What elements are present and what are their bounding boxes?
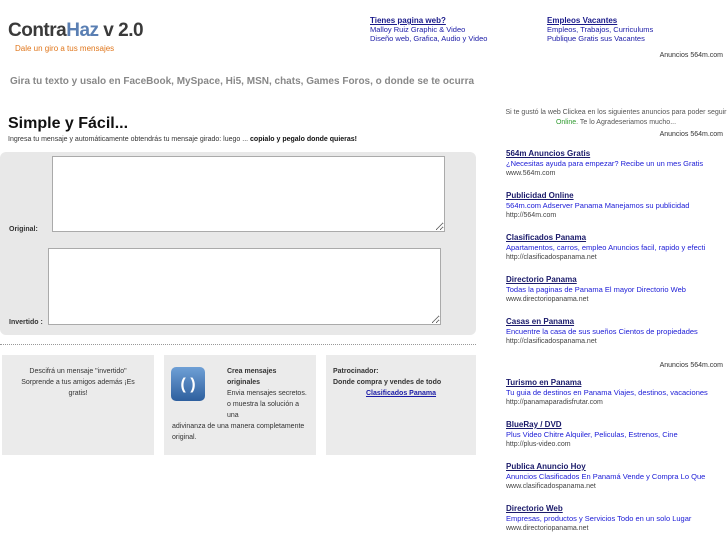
ad-desc[interactable]: Todas la paginas de Panama El mayor Dire… — [506, 285, 727, 295]
inverted-label: Invertido : — [9, 319, 43, 326]
feature-text: Descifrá un mensaje "invertido" Sorprend… — [21, 368, 135, 397]
ad-desc[interactable]: Encuentre la casa de sus sueños Cientos … — [506, 327, 727, 337]
feature-title: Crea mensajes originales — [227, 368, 277, 386]
ad-desc[interactable]: Apartamentos, carros, empleo Anuncios fa… — [506, 243, 727, 253]
top-ad-desc[interactable]: Diseño web, Grafica, Audio y Video — [370, 34, 487, 43]
ad-item[interactable]: Directorio Web Empresas, productos y Ser… — [506, 504, 727, 534]
instructions-text: Ingresa tu mensaje y automáticamente obt… — [8, 136, 251, 143]
logo-text-version: v 2.0 — [98, 20, 144, 41]
ad-url[interactable]: www.564m.com — [506, 169, 727, 179]
ad-desc[interactable]: ¿Necesitas ayuda para empezar? Recibe un… — [506, 159, 727, 169]
ad-item[interactable]: 564m Anuncios Gratis ¿Necesitas ayuda pa… — [506, 149, 727, 179]
ad-url[interactable]: http://clasificadospanama.net — [506, 337, 727, 347]
ad-title[interactable]: Casas en Panama — [506, 317, 727, 327]
ad-item[interactable]: Turismo en Panama Tu guia de destinos en… — [506, 378, 727, 408]
message-form: Original: Invertido : — [0, 152, 476, 335]
top-ad-title[interactable]: Tienes pagina web? — [370, 16, 446, 25]
ad-url[interactable]: http://564m.com — [506, 211, 727, 221]
ad-title[interactable]: Clasificados Panama — [506, 233, 727, 243]
sponsor-box: Patrocinador: Donde compra y vendes de t… — [326, 355, 476, 455]
ad-desc[interactable]: Plus Video Chitre Alquiler, Peliculas, E… — [506, 430, 727, 440]
ad-title[interactable]: Publicidad Online — [506, 191, 727, 201]
tagline: Dale un giro a tus mensajes — [15, 44, 115, 53]
ad-title[interactable]: Publica Anuncio Hoy — [506, 462, 727, 472]
top-ad-web[interactable]: Tienes pagina web? Malloy Ruiz Graphic &… — [370, 16, 487, 43]
side-intro-text: Si te gustó la web Clickea en los siguie… — [505, 109, 727, 116]
ad-item[interactable]: BlueRay / DVD Plus Video Chitre Alquiler… — [506, 420, 727, 450]
original-input[interactable] — [52, 156, 445, 232]
original-label: Original: — [9, 226, 38, 233]
ad-title[interactable]: Turismo en Panama — [506, 378, 727, 388]
instructions-emphasis: copialo y pegalo donde quieras! — [250, 136, 357, 143]
divider — [0, 344, 476, 345]
sponsor-text: Donde compra y vendes de todo — [333, 379, 442, 386]
site-logo[interactable]: ContraHaz v 2.0 — [8, 20, 144, 42]
feature-text: adivinanza de una manera completamente o… — [172, 423, 305, 441]
instructions: Ingresa tu mensaje y automáticamente obt… — [8, 136, 357, 143]
ad-title[interactable]: Directorio Panama — [506, 275, 727, 285]
ad-item[interactable]: Directorio Panama Todas la paginas de Pa… — [506, 275, 727, 305]
top-ad-empleos[interactable]: Empleos Vacantes Empleos, Trabajos, Curr… — [547, 16, 653, 43]
side-intro: Si te gustó la web Clickea en los siguie… — [505, 108, 727, 128]
logo-text-contra: Contra — [8, 20, 67, 41]
ads-by-label[interactable]: Anuncios 564m.com — [660, 362, 723, 369]
ad-desc[interactable]: 564m.com Adserver Panama Manejamos su pu… — [506, 201, 727, 211]
side-intro-text: . Te lo Agradeseriamos mucho... — [576, 119, 677, 126]
ad-url[interactable]: http://panamaparadisfrutar.com — [506, 398, 727, 408]
ad-url[interactable]: www.clasificadospanama.net — [506, 482, 727, 492]
sponsor-link[interactable]: Clasificados Panama — [366, 390, 436, 397]
top-ad-title[interactable]: Empleos Vacantes — [547, 16, 617, 25]
ad-url[interactable]: http://plus-video.com — [506, 440, 727, 450]
feature-text: Envia mensajes secretos. o muestra la so… — [227, 390, 307, 419]
top-ad-desc[interactable]: Publique Gratis sus Vacantes — [547, 34, 653, 43]
logo-text-haz: Haz — [66, 20, 99, 41]
ad-item[interactable]: Casas en Panama Encuentre la casa de sus… — [506, 317, 727, 347]
feature-box-decode: Descifrá un mensaje "invertido" Sorprend… — [2, 355, 154, 455]
ad-title[interactable]: 564m Anuncios Gratis — [506, 149, 727, 159]
ads-by-label[interactable]: Anuncios 564m.com — [660, 131, 723, 138]
feature-box-create: ( ) Crea mensajes originales Envia mensa… — [164, 355, 316, 455]
top-ad-desc[interactable]: Empleos, Trabajos, Curriculums — [547, 25, 653, 34]
subtitle: Gira tu texto y usalo en FaceBook, MySpa… — [10, 76, 475, 87]
top-ad-desc[interactable]: Malloy Ruiz Graphic & Video — [370, 25, 487, 34]
inverted-output[interactable] — [48, 248, 441, 325]
ads-by-label[interactable]: Anuncios 564m.com — [660, 52, 723, 59]
side-intro-online: Online — [555, 119, 577, 126]
ad-desc[interactable]: Anuncios Clasificados En Panamá Vende y … — [506, 472, 727, 482]
ad-url[interactable]: www.directoriopanama.net — [506, 295, 727, 305]
page-title: Simple y Fácil... — [8, 115, 129, 132]
ad-title[interactable]: BlueRay / DVD — [506, 420, 727, 430]
ad-item[interactable]: Publicidad Online 564m.com Adserver Pana… — [506, 191, 727, 221]
sponsor-label: Patrocinador: — [333, 368, 379, 375]
ad-item[interactable]: Clasificados Panama Apartamentos, carros… — [506, 233, 727, 263]
ad-url[interactable]: http://clasificadospanama.net — [506, 253, 727, 263]
ad-title[interactable]: Directorio Web — [506, 504, 727, 514]
ad-desc[interactable]: Tu guia de destinos en Panama Viajes, de… — [506, 388, 727, 398]
ad-item[interactable]: Publica Anuncio Hoy Anuncios Clasificado… — [506, 462, 727, 492]
ad-url[interactable]: www.directoriopanama.net — [506, 524, 727, 534]
turn-app-icon: ( ) — [171, 367, 205, 401]
ad-desc[interactable]: Empresas, productos y Servicios Todo en … — [506, 514, 727, 524]
